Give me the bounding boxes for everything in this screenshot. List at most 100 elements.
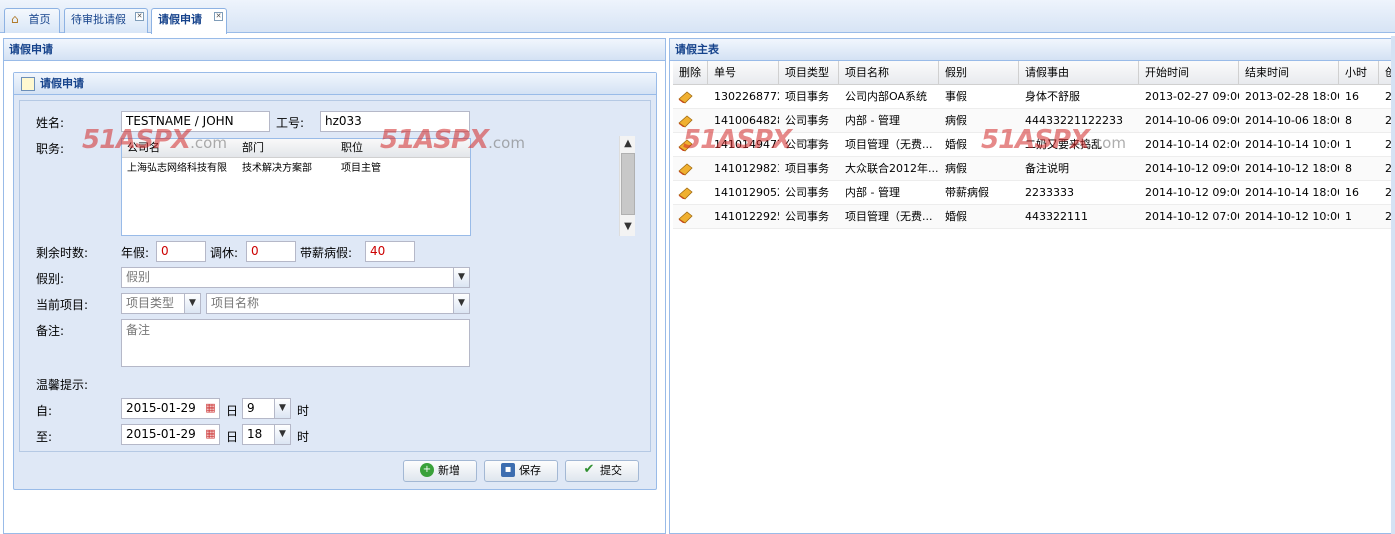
- cell-end-time: 2014-10-12 10:00: [1245, 210, 1339, 223]
- cell-leave-type: 带薪病假: [945, 186, 989, 199]
- project-name-placeholder: 项目名称: [211, 296, 260, 310]
- col-end-time[interactable]: 结束时间: [1239, 61, 1339, 85]
- tab-pending-approval[interactable]: 待审批请假 ✕: [64, 8, 148, 33]
- cell-end-time: 2014-10-14 10:00: [1245, 138, 1339, 151]
- project-type-select[interactable]: 项目类型 ▼: [121, 293, 201, 314]
- cell-end-time: 2014-10-12 18:00: [1245, 162, 1339, 175]
- tab-home[interactable]: ⌂ 首页: [4, 8, 60, 33]
- chevron-down-icon[interactable]: ▼: [453, 267, 470, 288]
- col-project-type[interactable]: 项目类型: [779, 61, 839, 85]
- panel-splitter[interactable]: [1391, 36, 1395, 534]
- to-date-field[interactable]: 2015-01-29 ▦: [121, 424, 220, 445]
- chevron-down-icon[interactable]: ▼: [274, 424, 291, 445]
- delete-icon[interactable]: [673, 205, 708, 229]
- delete-icon[interactable]: [673, 133, 708, 157]
- from-hour-select[interactable]: 9 ▼: [242, 398, 291, 419]
- job-no-field[interactable]: hz033: [320, 111, 470, 132]
- job-no-label: 工号:: [276, 116, 305, 130]
- to-label: 至:: [36, 430, 53, 444]
- from-label: 自:: [36, 404, 53, 418]
- cell-project-name: 公司内部OA系统: [845, 90, 927, 103]
- col-project-name[interactable]: 项目名称: [839, 61, 939, 85]
- cell-department: 技术解决方案部: [242, 163, 312, 174]
- table-row[interactable]: 1410122925 公司事务 项目管理（无费... 婚假 443322111 2014-…: [673, 205, 1391, 229]
- annual-leave-field[interactable]: 0: [156, 241, 206, 262]
- cell-leave-type: 病假: [945, 114, 967, 127]
- cell-hours: 8: [1345, 162, 1352, 175]
- calendar-icon[interactable]: ▦: [203, 400, 218, 417]
- scroll-up-icon[interactable]: ▲: [620, 136, 636, 152]
- cell-reason: 二奶又要来捣乱: [1025, 138, 1102, 151]
- cell-start-time: 2014-10-12 09:00: [1145, 186, 1239, 199]
- cell-start-time: 2014-10-12 07:00: [1145, 210, 1239, 223]
- chevron-down-icon[interactable]: ▼: [274, 398, 291, 419]
- position-grid-row[interactable]: 上海弘志网络科技有限 技术解决方案部 项目主管: [122, 158, 470, 179]
- cell-order-no: 1410129823: [714, 162, 779, 175]
- col-department: 部门: [242, 141, 264, 154]
- scroll-down-icon[interactable]: ▼: [620, 219, 636, 235]
- to-hour-unit: 时: [297, 430, 310, 444]
- form-scrollbar[interactable]: ▲ ▼: [619, 136, 635, 236]
- name-field[interactable]: TESTNAME / JOHN: [121, 111, 270, 132]
- close-icon[interactable]: ✕: [135, 12, 144, 21]
- project-name-select[interactable]: 项目名称 ▼: [206, 293, 470, 314]
- calendar-icon[interactable]: ▦: [203, 426, 218, 443]
- cell-hours: 8: [1345, 114, 1352, 127]
- close-icon[interactable]: ✕: [214, 12, 223, 21]
- table-row[interactable]: 1302268772 项目事务 公司内部OA系统 事假 身体不舒服 2013-02-27 …: [673, 85, 1391, 109]
- col-delete[interactable]: 删除: [673, 61, 708, 85]
- chevron-down-icon[interactable]: ▼: [453, 293, 470, 314]
- sick-leave-field[interactable]: 40: [365, 241, 415, 262]
- from-date-value: 2015-01-29: [126, 401, 196, 415]
- cell-end-time: 2013-02-28 18:00: [1245, 90, 1339, 103]
- tab-pending-label: 待审批请假: [71, 13, 126, 26]
- table-row[interactable]: 1410129823 项目事务 大众联合2012年... 病假 备注说明 2014-10-…: [673, 157, 1391, 181]
- grid-body: 1302268772 项目事务 公司内部OA系统 事假 身体不舒服 2013-02-27 …: [673, 85, 1391, 229]
- tab-leave-label: 请假申请: [158, 13, 202, 26]
- delete-icon[interactable]: [673, 181, 708, 205]
- name-label: 姓名:: [36, 116, 65, 130]
- table-row[interactable]: 1410129052 公司事务 内部 - 管理 带薪病假 2233333 2014-10-…: [673, 181, 1391, 205]
- col-hours[interactable]: 小时: [1339, 61, 1379, 85]
- delete-icon[interactable]: [673, 157, 708, 181]
- position-grid-header: 公司名 部门 职位: [122, 139, 470, 158]
- cell-company: 上海弘志网络科技有限: [127, 163, 227, 174]
- col-reason[interactable]: 请假事由: [1019, 61, 1139, 85]
- right-panel-title: 请假主表: [670, 39, 1394, 61]
- submit-button[interactable]: ✔ 提交: [565, 460, 639, 482]
- cell-order-no: 1410129052: [714, 186, 779, 199]
- col-order-no[interactable]: 单号: [708, 61, 779, 85]
- delete-icon[interactable]: [673, 85, 708, 109]
- col-created[interactable]: 创: [1379, 61, 1391, 85]
- to-hour-select[interactable]: 18 ▼: [242, 424, 291, 445]
- scroll-thumb[interactable]: [621, 153, 635, 215]
- table-row[interactable]: 1410149477 公司事务 项目管理（无费... 婚假 二奶又要来捣乱 2014-10…: [673, 133, 1391, 157]
- remark-textarea[interactable]: 备注: [121, 319, 470, 367]
- cell-reason: 44433221122233: [1025, 114, 1123, 127]
- delete-icon[interactable]: [673, 109, 708, 133]
- compoff-field[interactable]: 0: [246, 241, 296, 262]
- col-leave-type[interactable]: 假别: [939, 61, 1019, 85]
- from-hour-unit: 时: [297, 404, 310, 418]
- chevron-down-icon[interactable]: ▼: [184, 293, 201, 314]
- tab-bar: ⌂ 首页 待审批请假 ✕ 请假申请 ✕: [0, 0, 1395, 34]
- grid-header: 删除 单号 项目类型 项目名称 假别 请假事由 开始时间 结束时间 小时 创: [673, 61, 1391, 85]
- from-date-field[interactable]: 2015-01-29 ▦: [121, 398, 220, 419]
- from-hour-value: 9: [247, 401, 255, 415]
- remark-label: 备注:: [36, 324, 65, 338]
- cell-project-type: 项目事务: [785, 90, 829, 103]
- annual-leave-label: 年假:: [121, 246, 150, 260]
- tab-leave-application[interactable]: 请假申请 ✕: [151, 8, 227, 34]
- add-button[interactable]: + 新增: [403, 460, 477, 482]
- position-grid: 公司名 部门 职位 上海弘志网络科技有限 技术解决方案部 项目主管: [121, 138, 471, 236]
- leave-type-select[interactable]: 假别 ▼: [121, 267, 470, 288]
- cell-project-name: 项目管理（无费...: [845, 210, 933, 223]
- save-button[interactable]: ▪ 保存: [484, 460, 558, 482]
- table-row[interactable]: 1410064828 公司事务 内部 - 管理 病假 44433221122233 201…: [673, 109, 1391, 133]
- cell-hours: 16: [1345, 90, 1359, 103]
- remaining-hours-label: 剩余时数:: [36, 246, 89, 260]
- col-start-time[interactable]: 开始时间: [1139, 61, 1239, 85]
- add-icon: +: [420, 463, 434, 477]
- col-position: 职位: [341, 141, 363, 154]
- to-date-value: 2015-01-29: [126, 427, 196, 441]
